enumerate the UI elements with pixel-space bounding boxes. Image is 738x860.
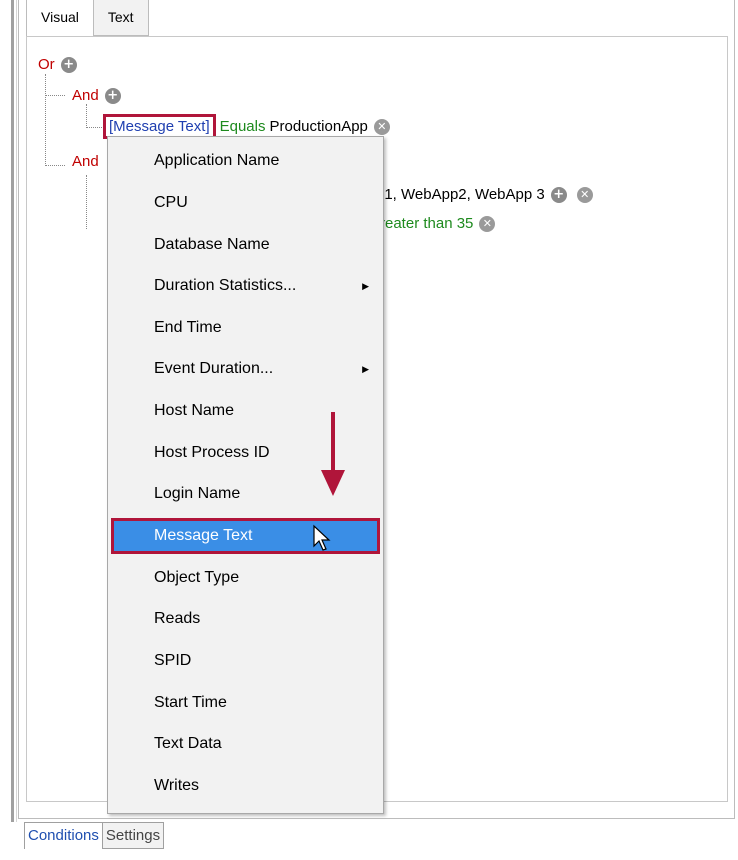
condition-value[interactable]: p1, WebApp2, WebApp 3	[376, 186, 545, 203]
menu-item-reads[interactable]: Reads	[108, 601, 383, 637]
tab-visual[interactable]: Visual	[26, 0, 94, 37]
menu-item-label: Object Type	[154, 569, 240, 586]
menu-item-start-time[interactable]: Start Time	[108, 685, 383, 721]
menu-item-writes[interactable]: Writes	[108, 768, 383, 804]
menu-item-message-text[interactable]: Message Text	[111, 518, 380, 554]
menu-item-application-name[interactable]: Application Name	[108, 143, 383, 179]
tree-line	[45, 165, 65, 166]
operator-and[interactable]: And	[72, 153, 99, 170]
tree-node-and-1: And +	[72, 87, 121, 104]
tree-line	[45, 95, 65, 96]
menu-item-label: End Time	[154, 319, 222, 336]
condition-row-2: p1, WebApp2, WebApp 3 + ✕	[376, 186, 593, 203]
view-tabs: Visual Text	[26, 0, 149, 37]
comparison-operator[interactable]: reater than 35	[380, 215, 473, 232]
menu-item-text-data[interactable]: Text Data	[108, 726, 383, 762]
add-condition-icon[interactable]: +	[104, 87, 121, 104]
down-arrow-icon	[321, 412, 345, 496]
menu-item-label: Writes	[154, 777, 200, 794]
remove-condition-icon[interactable]: ✕	[576, 186, 593, 203]
bottom-tabs: Conditions Settings	[24, 822, 165, 849]
submenu-arrow-icon: ▶	[362, 281, 369, 291]
tree-node-or: Or +	[38, 56, 77, 73]
menu-item-label: Text Data	[154, 735, 222, 752]
remove-condition-icon[interactable]: ✕	[373, 118, 390, 135]
tree-line	[86, 127, 104, 128]
tree-line	[86, 104, 87, 128]
menu-item-label: Application Name	[154, 152, 280, 169]
mouse-pointer-icon	[313, 524, 331, 551]
menu-item-label: CPU	[154, 194, 188, 211]
condition-row-3: reater than 35 ✕	[380, 215, 496, 232]
menu-item-duration-statistics[interactable]: Duration Statistics... ▶	[108, 268, 383, 304]
menu-item-event-duration[interactable]: Event Duration... ▶	[108, 351, 383, 387]
menu-item-object-type[interactable]: Object Type	[108, 560, 383, 596]
remove-condition-icon[interactable]: ✕	[479, 215, 496, 232]
menu-item-label: Start Time	[154, 694, 227, 711]
menu-item-end-time[interactable]: End Time	[108, 310, 383, 346]
right-border	[734, 0, 735, 818]
comparison-operator[interactable]: Equals	[220, 118, 266, 135]
add-condition-icon[interactable]: +	[60, 56, 77, 73]
menu-item-label: Duration Statistics...	[154, 277, 297, 294]
tab-conditions[interactable]: Conditions	[24, 822, 103, 849]
menu-item-label: Database Name	[154, 236, 270, 253]
operator-and[interactable]: And	[72, 87, 99, 104]
tree-line	[45, 74, 46, 166]
tree-node-and-2: And	[72, 153, 99, 170]
tab-text[interactable]: Text	[93, 0, 149, 36]
menu-item-label: Event Duration...	[154, 360, 274, 377]
menu-item-label: Host Name	[154, 402, 235, 419]
operator-or[interactable]: Or	[38, 56, 55, 73]
add-value-icon[interactable]: +	[550, 186, 567, 203]
left-border	[11, 0, 14, 822]
tree-line	[86, 175, 87, 229]
menu-item-cpu[interactable]: CPU	[108, 185, 383, 221]
menu-item-spid[interactable]: SPID	[108, 643, 383, 679]
menu-item-label: Host Process ID	[154, 444, 270, 461]
menu-item-label: Message Text	[154, 527, 253, 544]
submenu-arrow-icon: ▶	[362, 364, 369, 374]
condition-value[interactable]: ProductionApp	[269, 118, 367, 135]
left-border-inner	[16, 0, 17, 822]
menu-item-label: SPID	[154, 652, 192, 669]
tab-settings[interactable]: Settings	[102, 822, 165, 849]
menu-item-database-name[interactable]: Database Name	[108, 227, 383, 263]
menu-item-label: Login Name	[154, 485, 241, 502]
menu-item-label: Reads	[154, 610, 201, 627]
